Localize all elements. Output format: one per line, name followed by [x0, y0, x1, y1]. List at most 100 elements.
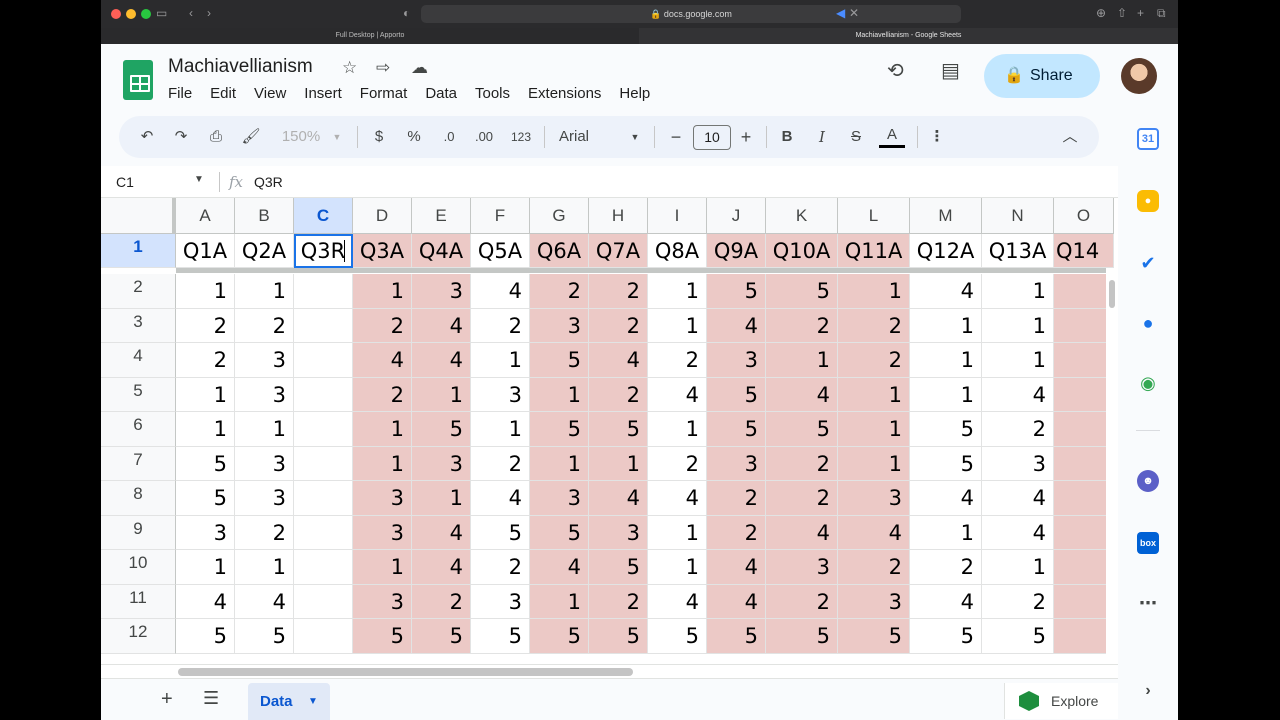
grid-cell[interactable]: 1	[648, 308, 707, 343]
grid-cell[interactable]: 5	[910, 619, 982, 654]
bold-icon[interactable]: B	[777, 126, 797, 148]
grid-cell[interactable]	[294, 343, 353, 378]
forward-icon[interactable]: ›	[207, 6, 211, 20]
grid-cell[interactable]: 5	[235, 619, 294, 654]
grid-cell[interactable]: 5	[176, 481, 235, 516]
grid-cell[interactable]	[1054, 412, 1114, 447]
grid-cell[interactable]	[1054, 308, 1114, 343]
all-sheets-icon[interactable]: ☰	[203, 688, 219, 709]
grid-cell[interactable]: 5	[982, 619, 1054, 654]
increase-font-size-icon[interactable]: +	[736, 126, 756, 148]
horizontal-scrollbar[interactable]	[101, 664, 1118, 678]
grid-cell[interactable]	[1054, 515, 1114, 550]
column-header-m[interactable]: M	[910, 198, 982, 234]
grid-cell[interactable]	[1054, 446, 1114, 481]
document-title[interactable]: Machiavellianism	[168, 56, 313, 78]
browser-tab-sheets[interactable]: Machiavellianism - Google Sheets	[639, 28, 1178, 44]
column-header-h[interactable]: H	[589, 198, 648, 234]
grid-cell[interactable]: 3	[838, 584, 910, 619]
grid-cell[interactable]: 1	[838, 446, 910, 481]
grid-cell[interactable]: 2	[176, 308, 235, 343]
percent-format-button[interactable]: %	[404, 126, 424, 148]
grid-cell[interactable]: 4	[838, 515, 910, 550]
grid-cell[interactable]: 4	[648, 481, 707, 516]
grid-cell[interactable]: 1	[176, 550, 235, 585]
grid-cell[interactable]: 1	[471, 343, 530, 378]
header-cell[interactable]: Q1A	[176, 234, 235, 268]
freeze-line[interactable]	[176, 268, 1106, 273]
grid-cell[interactable]: 4	[910, 274, 982, 309]
row-header-3[interactable]: 3	[101, 308, 176, 343]
grid-cell[interactable]: 2	[353, 308, 412, 343]
grid-cell[interactable]: 5	[530, 412, 589, 447]
grid-cell[interactable]: 4	[766, 515, 838, 550]
name-box[interactable]: C1	[116, 174, 134, 190]
grid-cell[interactable]: 2	[412, 584, 471, 619]
menu-format[interactable]: Format	[360, 85, 416, 102]
grid-cell[interactable]: 5	[412, 619, 471, 654]
cloud-status-icon[interactable]: ☁	[411, 58, 428, 78]
paint-format-icon[interactable]: 🖌	[241, 126, 261, 148]
column-header-n[interactable]: N	[982, 198, 1054, 234]
header-cell[interactable]: Q6A	[530, 234, 589, 268]
strikethrough-icon[interactable]: S	[846, 126, 866, 148]
grid-cell[interactable]: 5	[910, 446, 982, 481]
grid-cell[interactable]: 3	[838, 481, 910, 516]
grid-cell[interactable]	[294, 446, 353, 481]
new-tab-icon[interactable]: +	[1137, 6, 1144, 20]
decrease-font-size-icon[interactable]: −	[666, 126, 686, 148]
grid-cell[interactable]: 4	[589, 481, 648, 516]
comments-icon[interactable]: ▤	[941, 58, 960, 83]
grid-cell[interactable]: 2	[648, 446, 707, 481]
grid-cell[interactable]: 1	[353, 550, 412, 585]
grid-cell[interactable]	[294, 481, 353, 516]
grid-cell[interactable]: 2	[176, 343, 235, 378]
undo-icon[interactable]: ↶	[137, 126, 157, 148]
grid-cell[interactable]: 5	[530, 515, 589, 550]
grid-cell[interactable]: 2	[589, 274, 648, 309]
grid-cell[interactable]: 1	[766, 343, 838, 378]
grid-cell[interactable]: 1	[982, 274, 1054, 309]
grid-cell[interactable]: 1	[838, 377, 910, 412]
grid-cell[interactable]: 1	[353, 412, 412, 447]
chevron-up-icon[interactable]: ︿	[1060, 126, 1080, 148]
currency-format-button[interactable]: $	[369, 126, 389, 148]
menu-data[interactable]: Data	[425, 85, 465, 102]
grid-cell[interactable]: 2	[766, 584, 838, 619]
row-header-12[interactable]: 12	[101, 619, 176, 654]
font-size-input[interactable]: 10	[693, 125, 731, 150]
font-family-select[interactable]: Arial	[559, 126, 619, 148]
increase-decimal-button[interactable]: .00	[471, 126, 497, 148]
grid-cell[interactable]: 3	[412, 446, 471, 481]
select-all-corner[interactable]	[101, 198, 176, 234]
column-header-b[interactable]: B	[235, 198, 294, 234]
grid-cell[interactable]: 4	[412, 550, 471, 585]
explore-button[interactable]: Explore	[1004, 683, 1118, 719]
grid-cell[interactable]: 1	[471, 412, 530, 447]
star-icon[interactable]: ☆	[342, 58, 357, 78]
grid-cell[interactable]: 4	[176, 584, 235, 619]
column-header-f[interactable]: F	[471, 198, 530, 234]
grid-cell[interactable]: 1	[838, 274, 910, 309]
grid-cell[interactable]: 1	[982, 550, 1054, 585]
zoom-window-button[interactable]	[141, 9, 151, 19]
grid-cell[interactable]: 2	[707, 481, 766, 516]
grid-cell[interactable]: 1	[838, 412, 910, 447]
grid-cell[interactable]: 2	[471, 550, 530, 585]
grid-cell[interactable]: 5	[648, 619, 707, 654]
grid-cell[interactable]: 2	[471, 308, 530, 343]
header-cell[interactable]: Q13A	[982, 234, 1054, 268]
grid-cell[interactable]: 2	[589, 377, 648, 412]
text-color-icon[interactable]: A	[879, 126, 905, 148]
grid-cell[interactable]: 5	[471, 515, 530, 550]
grid-cell[interactable]: 5	[707, 619, 766, 654]
grid-cell[interactable]: 3	[530, 481, 589, 516]
grid-cell[interactable]: 4	[982, 377, 1054, 412]
grid-cell[interactable]: 1	[648, 550, 707, 585]
grid-cell[interactable]: 1	[648, 412, 707, 447]
column-header-g[interactable]: G	[530, 198, 589, 234]
grid-cell[interactable]	[294, 550, 353, 585]
grid-cell[interactable]: 3	[530, 308, 589, 343]
grid-cell[interactable]: 2	[838, 308, 910, 343]
grid-cell[interactable]: 1	[235, 274, 294, 309]
